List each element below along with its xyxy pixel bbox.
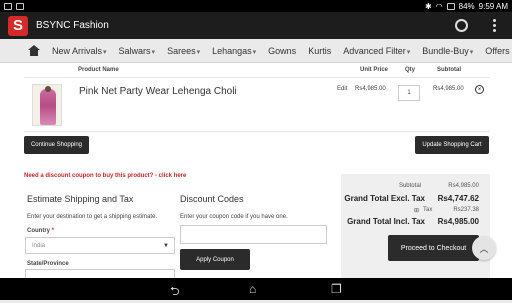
home-nav-icon[interactable]: ⌂ [249,282,256,296]
dropdown-arrow-icon: ▼ [163,243,169,249]
battery-icon [446,2,455,10]
wifi-icon: ◠ [435,1,443,11]
proceed-to-checkout-button[interactable]: Proceed to Checkout [388,235,479,261]
gallery-icon [16,2,24,10]
nav-kurtis[interactable]: Kurtis [308,46,331,56]
coupon-code-input[interactable] [180,225,327,244]
apply-coupon-button[interactable]: Apply Coupon [180,249,250,270]
grand-total-excl-label: Grand Total Excl. Tax [344,194,425,203]
grand-total-incl-value: Rs4,985.00 [437,217,479,226]
product-thumbnail[interactable] [32,84,62,126]
grand-total-incl-label: Grand Total Incl. Tax [347,217,425,226]
cart-table-header: Product Name Unit Price Qty Subtotal [0,64,512,76]
nav-salwars[interactable]: Salwars▾ [119,46,156,56]
chevron-down-icon: ▾ [103,48,107,56]
circle-icon[interactable] [455,19,468,32]
app-bar: S BSYNC Fashion [0,12,512,39]
nav-bundle-buy[interactable]: Bundle-Buy▾ [422,46,473,56]
main-nav: New Arrivals▾ Salwars▾ Sarees▾ Lehangas▾… [0,39,512,63]
edit-link[interactable]: Edit [337,86,347,92]
cart-page: Product Name Unit Price Qty Subtotal Pin… [0,63,512,278]
tax-value: Rs237.38 [453,207,479,213]
shipping-title: Estimate Shipping and Tax [27,194,134,204]
android-nav-bar: ⮌ ⌂ ❐ [0,278,512,300]
clock: 9:59 AM [478,1,508,11]
tax-label: Tax [423,207,433,213]
state-label: State/Province [27,261,69,267]
country-label: Country * [27,228,55,234]
state-field[interactable] [25,269,175,278]
continue-shopping-button[interactable]: Continue Shopping [24,136,89,154]
chevron-down-icon: ▾ [469,48,474,56]
tax-expand-icon[interactable]: ⊞ [414,207,419,214]
chevron-down-icon: ▾ [196,48,201,56]
scroll-to-top-icon[interactable]: ︿ [472,236,496,260]
item-subtotal: Rs4,985.00 [433,86,464,92]
bluetooth-icon: ✱ [424,1,432,11]
discount-title: Discount Codes [180,194,244,204]
col-product-name: Product Name [78,67,119,73]
nav-advanced-filter[interactable]: Advanced Filter▾ [343,46,410,56]
nav-offers[interactable]: Offers [485,46,509,56]
app-title: BSYNC Fashion [36,20,109,31]
home-icon[interactable] [28,45,40,56]
unit-price: Rs4,985.00 [355,86,386,92]
notification-icon [4,2,12,10]
remove-item-icon[interactable]: × [475,85,484,94]
nav-gowns[interactable]: Gowns [268,46,296,56]
col-unit-price: Unit Price [360,67,389,73]
grand-total-excl-value: Rs4,747.62 [437,194,479,203]
recent-apps-icon[interactable]: ❐ [331,282,342,296]
nav-new-arrivals[interactable]: New Arrivals▾ [52,46,107,56]
coupon-help-link[interactable]: Need a discount coupon to buy this produ… [24,173,186,179]
nav-lehangas[interactable]: Lehangas▾ [212,46,256,56]
col-subtotal: Subtotal [437,67,461,73]
status-bar: ✱ ◠ 84% 9:59 AM [0,0,512,12]
app-logo: S [8,15,28,36]
subtotal-label: Subtotal [398,183,421,189]
discount-hint: Enter your coupon code if you have one. [180,214,288,220]
totals-panel: Subtotal Rs4,985.00 Grand Total Excl. Ta… [341,174,490,278]
overflow-menu-icon[interactable] [493,19,496,32]
chevron-down-icon: ▾ [406,48,411,56]
update-cart-button[interactable]: Update Shopping Cart [415,136,489,154]
nav-sarees[interactable]: Sarees▾ [167,46,200,56]
chevron-down-icon: ▾ [252,48,257,56]
country-select[interactable]: India ▼ [25,237,175,254]
chevron-down-icon: ▾ [151,48,156,56]
battery-level: 84% [458,1,475,11]
quantity-input[interactable]: 1 [398,85,420,101]
subtotal-value: Rs4,985.00 [448,183,479,189]
cart-item-row: Pink Net Party Wear Lehenga Choli Edit R… [24,77,490,132]
shipping-hint: Enter your destination to get a shipping… [27,214,158,220]
col-qty: Qty [405,67,416,73]
product-name-link[interactable]: Pink Net Party Wear Lehenga Choli [79,86,237,97]
